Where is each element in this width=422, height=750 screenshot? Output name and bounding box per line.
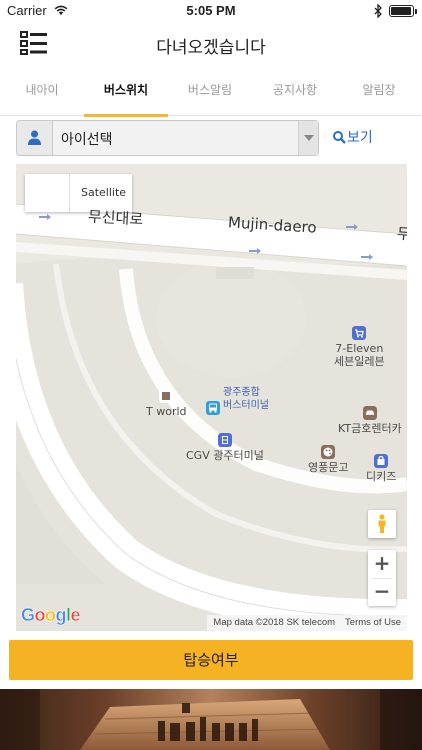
battery-fill: [391, 7, 411, 15]
zoom-in-button[interactable]: +: [368, 550, 396, 578]
status-bar: Carrier 5:05 PM: [0, 0, 422, 22]
google-logo-letter: o: [34, 605, 46, 626]
chevron-down-icon: [304, 135, 314, 141]
wood-sign-image: [0, 689, 422, 750]
view-button[interactable]: 보기: [333, 127, 373, 149]
google-logo-letter: e: [70, 605, 81, 626]
status-time: 5:05 PM: [186, 3, 236, 18]
boarding-status-button[interactable]: 탑승여부: [9, 640, 413, 680]
shopping-bag-icon: [374, 454, 389, 468]
zoom-control: + −: [368, 550, 396, 606]
poi-t-world[interactable]: T world: [146, 389, 187, 418]
poi-cgv[interactable]: CGV 광주터미널: [186, 433, 264, 462]
bluetooth-icon: [374, 4, 382, 18]
road-label-korean: 무신대로: [87, 207, 144, 229]
map-attribution: Map data ©2018 SK telecom: [213, 617, 336, 628]
view-button-label: 보기: [347, 130, 373, 146]
banner-image[interactable]: [0, 689, 422, 750]
tab-my-child[interactable]: 내아이: [0, 66, 84, 116]
satellite-label: Satellite: [81, 186, 127, 199]
page-title: 다녀오겠습니다: [156, 38, 266, 58]
app-header: 다녀오겠습니다: [0, 22, 422, 66]
child-select[interactable]: 아이선택: [16, 120, 319, 156]
zoom-out-button[interactable]: −: [368, 578, 396, 606]
film-icon: [217, 433, 232, 447]
user-icon-box: [17, 121, 53, 155]
google-logo-letter: G: [21, 605, 35, 626]
google-logo: Google: [21, 605, 81, 626]
tab-bus-location[interactable]: 버스위치: [84, 66, 168, 117]
poi-bus-terminal-line2: 버스터미널: [223, 400, 269, 411]
tab-bus-alerts[interactable]: 버스알림: [168, 66, 252, 116]
palette-icon: [321, 445, 336, 459]
poi-youngpoong[interactable]: 영풍문고: [308, 445, 348, 474]
battery-icon: [389, 5, 417, 17]
poi-youngpoong-label: 영풍문고: [308, 461, 349, 474]
poi-seven-eleven[interactable]: 7-Eleven 세븐일레븐: [334, 326, 385, 368]
terms-of-use-link[interactable]: Terms of Use: [345, 617, 401, 628]
pegman-icon: [378, 514, 386, 533]
map-type-divider: [69, 174, 70, 212]
bus-icon: [206, 401, 220, 415]
poi-kt-rental[interactable]: KT금호렌터카: [338, 406, 402, 435]
tab-notices[interactable]: 공지사항: [253, 66, 337, 116]
shopping-cart-icon: [352, 326, 367, 340]
map-attribution-bar: Map data ©2018 SK telecom Terms of Use: [207, 615, 407, 631]
tab-bar: 내아이 버스위치 버스알림 공지사항 알림장: [0, 66, 422, 117]
poi-cgv-label: CGV 광주터미널: [186, 449, 264, 462]
google-logo-letter: o: [45, 605, 56, 626]
poi-dikids-label: 디키즈: [366, 470, 397, 483]
poi-t-world-label: T world: [146, 405, 187, 418]
street-view-pegman[interactable]: [368, 510, 396, 538]
poi-seven-eleven-ko: 세븐일레븐: [334, 355, 385, 368]
car-icon: [362, 406, 377, 420]
dropdown-arrow[interactable]: [298, 121, 318, 155]
child-select-value: 아이선택: [61, 132, 113, 148]
google-logo-letter: g: [55, 605, 67, 626]
user-icon: [28, 130, 41, 145]
tab-notebook[interactable]: 알림장: [337, 66, 421, 116]
poi-seven-eleven-en: 7-Eleven: [335, 342, 384, 355]
poi-kt-rental-label: KT금호렌터카: [338, 422, 402, 435]
store-icon: [159, 389, 174, 403]
map-view[interactable]: Satellite 무신대로 Mujin-daero 무 7-Eleven 세븐…: [16, 164, 407, 631]
poi-bus-terminal[interactable]: 광주종합 버스터미널: [206, 386, 269, 415]
poi-bus-terminal-line1: 광주종합: [223, 387, 260, 398]
poi-dikids[interactable]: 디키즈: [366, 454, 396, 483]
road-label-edge: 무: [396, 224, 407, 244]
search-icon: [333, 131, 346, 144]
